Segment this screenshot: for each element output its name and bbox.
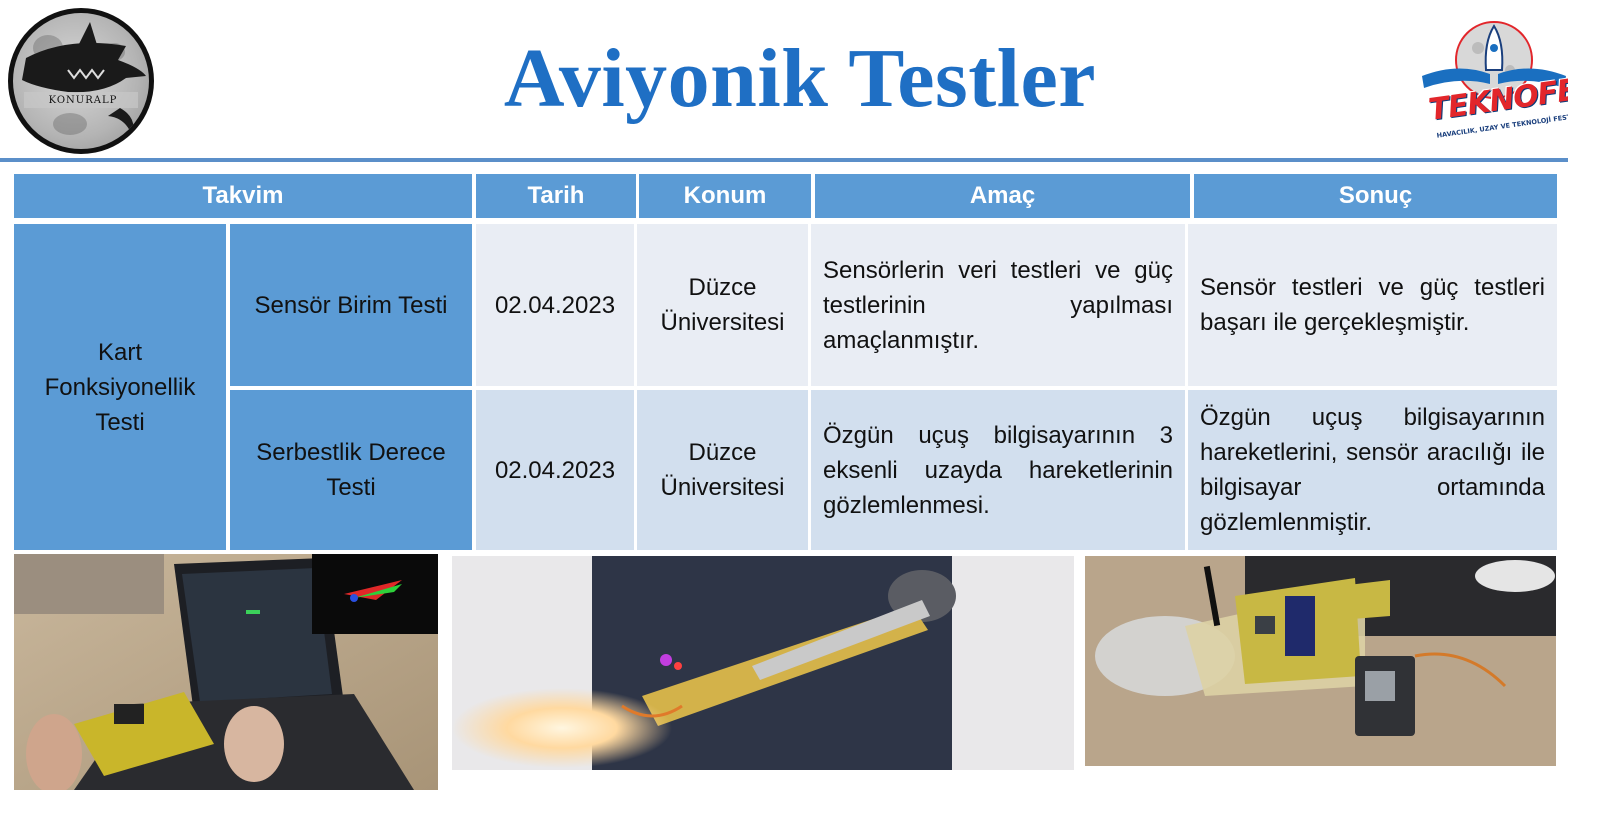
photo-laptop-test xyxy=(14,554,438,790)
header-konum: Konum xyxy=(639,174,811,218)
row2-location: Düzce Üniversitesi xyxy=(637,390,808,550)
header-tarih: Tarih xyxy=(476,174,636,218)
photo-board-test xyxy=(1085,556,1556,766)
header-divider xyxy=(0,158,1600,162)
slide: KONURALP Aviyonik Testler TEKNOFEST HAVA… xyxy=(0,0,1600,816)
header-amac: Amaç xyxy=(815,174,1190,218)
header-takvim: Takvim xyxy=(14,174,472,218)
page-title: Aviyonik Testler xyxy=(503,32,1097,125)
row1-date: 02.04.2023 xyxy=(476,224,634,386)
teknofest-logo: TEKNOFEST HAVACILIK, UZAY VE TEKNOLOJİ F… xyxy=(1418,18,1600,140)
row1-location: Düzce Üniversitesi xyxy=(637,224,808,386)
test-table: Takvim Tarih Konum Amaç Sonuç Kart Fonks… xyxy=(14,174,1557,552)
header-sonuc: Sonuç xyxy=(1194,174,1557,218)
row1-result: Sensör testleri ve güç testleri başarı i… xyxy=(1188,224,1557,386)
row2-purpose: Özgün uçuş bilgisayarının 3 eksenli uzay… xyxy=(811,390,1185,550)
row1-purpose: Sensörlerin veri testleri ve güç testler… xyxy=(811,224,1185,386)
row2-result: Özgün uçuş bilgisayarının hareketlerini,… xyxy=(1188,390,1557,550)
photo-spark-test xyxy=(452,556,1074,770)
group-cell: Kart Fonksiyonellik Testi xyxy=(14,224,226,550)
row2-date: 02.04.2023 xyxy=(476,390,634,550)
row1-test: Sensör Birim Testi xyxy=(230,224,472,386)
row2-test: Serbestlik Derece Testi xyxy=(230,390,472,550)
right-margin xyxy=(1568,0,1600,816)
